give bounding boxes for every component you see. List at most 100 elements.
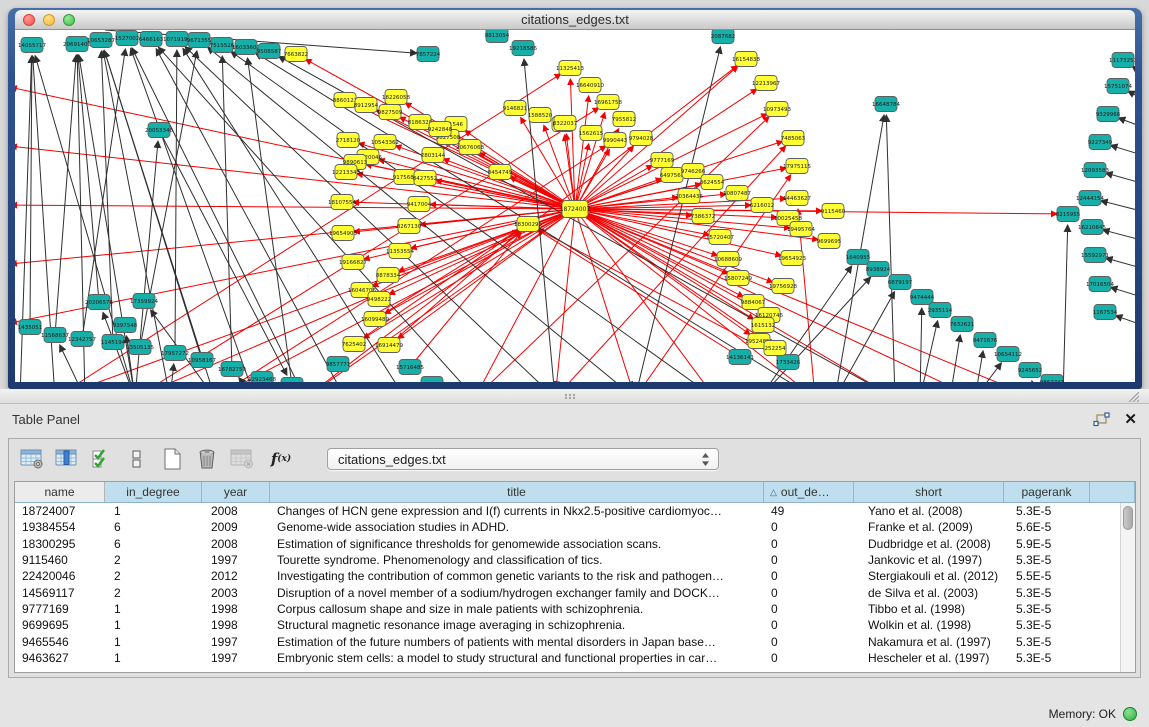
graph-node[interactable]: 16961758 bbox=[594, 95, 622, 110]
graph-node[interactable]: 1733426 bbox=[776, 355, 801, 370]
table-row[interactable]: 969969511998Structural magnetic resonanc… bbox=[15, 617, 1135, 633]
graph-node[interactable]: 10973493 bbox=[763, 102, 791, 117]
graph-node[interactable]: 9498222 bbox=[367, 292, 392, 307]
graph-node[interactable]: 16648784 bbox=[872, 97, 900, 112]
graph-node[interactable]: 8215955 bbox=[1056, 207, 1081, 222]
graph-node[interactable]: 10688609 bbox=[714, 252, 742, 267]
graph-node[interactable]: 9146821 bbox=[503, 101, 528, 116]
graph-node[interactable]: 16154838 bbox=[732, 52, 760, 67]
table-scrollbar[interactable] bbox=[1120, 503, 1135, 672]
row-boxes-icon[interactable] bbox=[124, 447, 150, 471]
graph-node[interactable]: 20364436 bbox=[675, 189, 703, 204]
graph-node[interactable]: 20206576 bbox=[85, 295, 113, 310]
table-row[interactable]: 1456911722003Disruption of a novel membe… bbox=[15, 584, 1135, 600]
graph-node[interactable]: 15720407 bbox=[706, 230, 734, 245]
graph-node[interactable]: 9397548 bbox=[113, 318, 138, 333]
graph-node[interactable]: 8813054 bbox=[485, 30, 510, 43]
float-panel-icon[interactable] bbox=[1093, 412, 1110, 427]
network-window-titlebar[interactable]: citations_edges.txt bbox=[15, 10, 1135, 30]
graph-node[interactable]: 7632621 bbox=[950, 317, 975, 332]
graph-node[interactable]: 14463627 bbox=[783, 191, 811, 206]
close-panel-icon[interactable]: ✕ bbox=[1124, 412, 1137, 427]
graph-node[interactable]: 18724007 bbox=[560, 201, 591, 218]
table-scrollbar-thumb[interactable] bbox=[1123, 506, 1133, 530]
graph-node[interactable]: 16914479 bbox=[375, 338, 403, 353]
network-window[interactable]: citations_edges.txt 18724007 18300295 14… bbox=[8, 8, 1142, 389]
graph-node[interactable]: 18226058 bbox=[382, 90, 410, 105]
graph-node[interactable]: 8990163 bbox=[280, 378, 305, 383]
graph-node[interactable]: 17359924 bbox=[130, 294, 158, 309]
column-header-short[interactable]: short bbox=[854, 482, 1004, 502]
graph-node[interactable]: 1588520 bbox=[528, 108, 553, 123]
graph-node[interactable]: 16210645 bbox=[1078, 220, 1106, 235]
graph-node[interactable]: 2935114 bbox=[928, 303, 953, 318]
resize-grip-icon[interactable] bbox=[1126, 392, 1139, 402]
graph-node[interactable]: 17975115 bbox=[783, 159, 811, 174]
graph-node[interactable]: 18107554 bbox=[328, 195, 356, 210]
function-builder-icon[interactable]: f(x) bbox=[268, 447, 294, 471]
graph-node[interactable]: 16099489 bbox=[361, 312, 389, 327]
graph-node[interactable]: 1145194 bbox=[101, 335, 126, 350]
graph-node[interactable]: 1640955 bbox=[846, 250, 871, 265]
table-settings-icon[interactable] bbox=[19, 447, 45, 471]
table-row[interactable]: 1830029562008Estimation of significance … bbox=[15, 536, 1135, 552]
graph-node[interactable]: 1562615 bbox=[579, 126, 604, 141]
graph-node[interactable]: 14136141 bbox=[726, 350, 754, 365]
network-canvas[interactable]: 18724007 18300295 14055717 20691406 1065… bbox=[15, 30, 1135, 382]
graph-node[interactable]: 12213343 bbox=[332, 165, 360, 180]
column-header-indegree[interactable]: in_degree bbox=[105, 482, 202, 502]
column-header-pagerank[interactable]: pagerank bbox=[1004, 482, 1090, 502]
graph-node[interactable]: 11325413 bbox=[556, 61, 584, 76]
graph-node[interactable]: 18300295 bbox=[514, 217, 542, 232]
graph-node[interactable]: 2803144 bbox=[421, 148, 446, 163]
column-header-year[interactable]: year bbox=[202, 482, 270, 502]
graph-node[interactable]: 19654903 bbox=[329, 226, 357, 241]
table-row[interactable]: 1872400712008Changes of HCN gene express… bbox=[15, 503, 1135, 519]
graph-node[interactable]: 19654923 bbox=[778, 251, 806, 266]
table-row[interactable]: 2242004622012Investigating the contribut… bbox=[15, 568, 1135, 584]
graph-node[interactable]: 10807487 bbox=[723, 186, 751, 201]
graph-node[interactable]: 1435051 bbox=[18, 320, 43, 335]
table-row[interactable]: 946362711997Embryonic stem cells: a mode… bbox=[15, 650, 1135, 666]
new-document-icon[interactable] bbox=[159, 447, 185, 471]
graph-node[interactable]: 8322037 bbox=[553, 116, 578, 131]
graph-node[interactable]: 9227349 bbox=[1088, 135, 1113, 150]
graph-node[interactable]: 15751074 bbox=[1104, 79, 1132, 94]
graph-node[interactable]: 1527002 bbox=[115, 31, 140, 46]
graph-node[interactable]: 9417004 bbox=[407, 197, 432, 212]
close-window-button[interactable] bbox=[23, 14, 35, 26]
graph-node[interactable]: 7663822 bbox=[284, 47, 309, 62]
memory-status-indicator[interactable] bbox=[1123, 707, 1137, 721]
graph-node[interactable]: 12444154 bbox=[1076, 191, 1104, 206]
graph-node[interactable]: 19495764 bbox=[787, 222, 815, 237]
graph-node[interactable]: 8938924 bbox=[866, 262, 891, 277]
graph-node[interactable]: 17957272 bbox=[161, 346, 189, 361]
graph-node[interactable]: 20676068 bbox=[456, 140, 484, 155]
graph-node[interactable]: 16782759 bbox=[218, 362, 246, 377]
trash-icon[interactable] bbox=[194, 447, 220, 471]
graph-node[interactable]: 6879197 bbox=[888, 275, 913, 290]
divider-grip-icon[interactable] bbox=[563, 393, 577, 400]
graph-node[interactable]: 9329966 bbox=[1096, 107, 1121, 122]
column-header-name[interactable]: name bbox=[15, 482, 105, 502]
select-checks-icon[interactable] bbox=[89, 447, 115, 471]
table-row[interactable]: 946554611997Estimation of the future num… bbox=[15, 633, 1135, 649]
graph-node[interactable]: 15592971 bbox=[1081, 248, 1109, 263]
graph-node[interactable]: 10654112 bbox=[994, 347, 1022, 362]
graph-node[interactable]: 7386372 bbox=[691, 209, 716, 224]
graph-node[interactable]: 9990443 bbox=[603, 133, 628, 148]
graph-node[interactable]: 10958167 bbox=[188, 353, 216, 368]
graph-node[interactable]: 9777169 bbox=[650, 153, 675, 168]
graph-node[interactable]: 12213967 bbox=[752, 76, 780, 91]
show-column-icon[interactable] bbox=[54, 447, 80, 471]
table-selector-dropdown[interactable]: citations_edges.txt bbox=[327, 448, 719, 470]
graph-node[interactable]: 19218586 bbox=[509, 41, 537, 56]
graph-node[interactable]: 20053346 bbox=[145, 123, 173, 138]
delete-table-icon[interactable] bbox=[229, 447, 255, 471]
graph-node[interactable]: 16640910 bbox=[576, 78, 604, 93]
graph-node[interactable]: 8267130 bbox=[397, 219, 422, 234]
graph-node[interactable]: 15807249 bbox=[724, 271, 752, 286]
graph-node[interactable]: 2718120 bbox=[336, 133, 361, 148]
graph-node[interactable]: 2087682 bbox=[711, 30, 736, 44]
column-header-outde[interactable]: △out_de… bbox=[764, 482, 854, 502]
